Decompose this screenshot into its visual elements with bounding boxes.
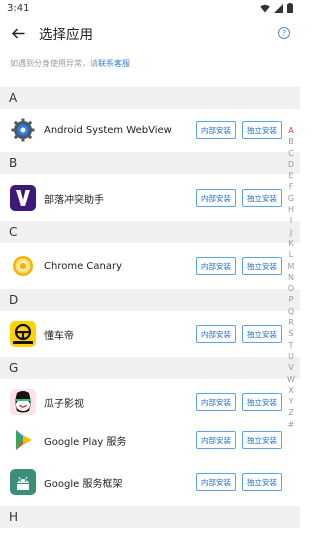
index-letter-h[interactable]: H xyxy=(288,204,294,215)
index-letter-i[interactable]: I xyxy=(290,215,292,226)
app-name: 瓜子影视 xyxy=(44,398,84,410)
section-header-d: D xyxy=(0,289,300,311)
guazi-icon xyxy=(10,389,36,415)
app-name: Android System WebView xyxy=(44,124,172,136)
internal-install-button[interactable]: 内部安装 xyxy=(196,431,236,449)
index-letter-s[interactable]: S xyxy=(288,328,293,339)
standalone-install-button[interactable]: 独立安装 xyxy=(242,431,282,449)
page-title: 选择应用 xyxy=(39,27,93,43)
app-name: 部落冲突助手 xyxy=(44,194,104,206)
standalone-install-button[interactable]: 独立安装 xyxy=(242,257,282,275)
section-header-g: G xyxy=(0,357,300,379)
index-letter-f[interactable]: F xyxy=(289,181,294,192)
index-letter-o[interactable]: O xyxy=(288,283,294,294)
battery-icon xyxy=(287,3,293,13)
app-row-android-webview[interactable]: Android System WebView 内部安装 独立安装 xyxy=(0,112,286,148)
app-row-dongchedi[interactable]: 懂车帝 内部安装 独立安装 xyxy=(0,316,286,352)
section-header-a: A xyxy=(0,87,300,109)
index-letter-r[interactable]: R xyxy=(288,317,294,328)
index-letter-b[interactable]: B xyxy=(288,136,294,147)
dongchedi-icon xyxy=(10,321,36,347)
index-letter-n[interactable]: N xyxy=(288,272,294,283)
app-name: Chrome Canary xyxy=(44,260,123,272)
index-letter-hash[interactable]: # xyxy=(288,419,295,430)
app-row-chrome-canary[interactable]: Chrome Canary 内部安装 独立安装 xyxy=(0,248,286,284)
index-letter-w[interactable]: W xyxy=(287,374,295,385)
standalone-install-button[interactable]: 独立安装 xyxy=(242,393,282,411)
app-row-google-play-services[interactable]: Google Play 服务 内部安装 独立安装 xyxy=(0,422,286,458)
index-letter-q[interactable]: Q xyxy=(288,306,294,317)
app-row-clash-helper[interactable]: 部落冲突助手 内部安装 独立安装 xyxy=(0,180,286,216)
android-framework-icon xyxy=(10,469,36,495)
internal-install-button[interactable]: 内部安装 xyxy=(196,325,236,343)
index-letter-p[interactable]: P xyxy=(289,294,294,305)
section-header-b: B xyxy=(0,152,300,174)
webview-gear-icon xyxy=(10,117,36,143)
index-letter-k[interactable]: K xyxy=(288,238,293,249)
index-letter-g[interactable]: G xyxy=(288,193,294,204)
internal-install-button[interactable]: 内部安装 xyxy=(196,189,236,207)
app-row-guazi[interactable]: 瓜子影视 内部安装 独立安装 xyxy=(0,384,286,420)
back-arrow-icon xyxy=(11,27,24,39)
index-letter-d[interactable]: D xyxy=(288,159,294,170)
standalone-install-button[interactable]: 独立安装 xyxy=(242,473,282,491)
app-name: Google Play 服务 xyxy=(44,436,127,448)
app-bar: 选择应用 ? xyxy=(0,16,300,50)
wifi-icon xyxy=(260,4,270,12)
standalone-install-button[interactable]: 独立安装 xyxy=(242,189,282,207)
internal-install-button[interactable]: 内部安装 xyxy=(196,121,236,139)
index-letter-z[interactable]: Z xyxy=(288,407,293,418)
app-row-google-framework[interactable]: Google 服务框架 内部安装 独立安装 xyxy=(0,464,286,500)
clash-helper-v-icon xyxy=(10,185,36,211)
standalone-install-button[interactable]: 独立安装 xyxy=(242,121,282,139)
section-header-h: H xyxy=(0,506,300,528)
alphabet-index[interactable]: A B C D E F G H I J K L M N O P Q R S T U V W X Y Z # xyxy=(285,125,297,430)
internal-install-button[interactable]: 内部安装 xyxy=(196,473,236,491)
index-letter-x[interactable]: X xyxy=(288,385,293,396)
section-header-c: C xyxy=(0,221,300,243)
internal-install-button[interactable]: 内部安装 xyxy=(196,393,236,411)
index-letter-t[interactable]: T xyxy=(289,340,294,351)
status-bar: 3:41 xyxy=(0,0,300,16)
index-letter-e[interactable]: E xyxy=(288,170,293,181)
internal-install-button[interactable]: 内部安装 xyxy=(196,257,236,275)
index-letter-l[interactable]: L xyxy=(289,249,293,260)
app-name: Google 服务框架 xyxy=(44,478,123,490)
notice-message: 如遇到分身使用异常，请 xyxy=(10,59,98,68)
back-button[interactable] xyxy=(3,18,33,48)
index-letter-m[interactable]: M xyxy=(288,261,295,272)
status-time: 3:41 xyxy=(7,2,30,14)
index-letter-a[interactable]: A xyxy=(288,125,293,136)
google-play-services-icon xyxy=(10,427,36,453)
standalone-install-button[interactable]: 独立安装 xyxy=(242,325,282,343)
signal-icon xyxy=(274,3,283,13)
index-letter-y[interactable]: Y xyxy=(289,396,294,407)
index-letter-v[interactable]: V xyxy=(288,362,293,373)
app-name: 懂车帝 xyxy=(44,330,74,342)
help-icon[interactable]: ? xyxy=(278,27,290,39)
status-icons xyxy=(260,3,293,13)
contact-support-link[interactable]: 联系客服 xyxy=(98,59,130,68)
index-letter-j[interactable]: J xyxy=(290,227,292,238)
chrome-canary-icon xyxy=(10,253,36,279)
index-letter-c[interactable]: C xyxy=(288,148,294,159)
index-letter-u[interactable]: U xyxy=(288,351,294,362)
notice-text: 如遇到分身使用异常，请联系客服 xyxy=(10,58,130,69)
